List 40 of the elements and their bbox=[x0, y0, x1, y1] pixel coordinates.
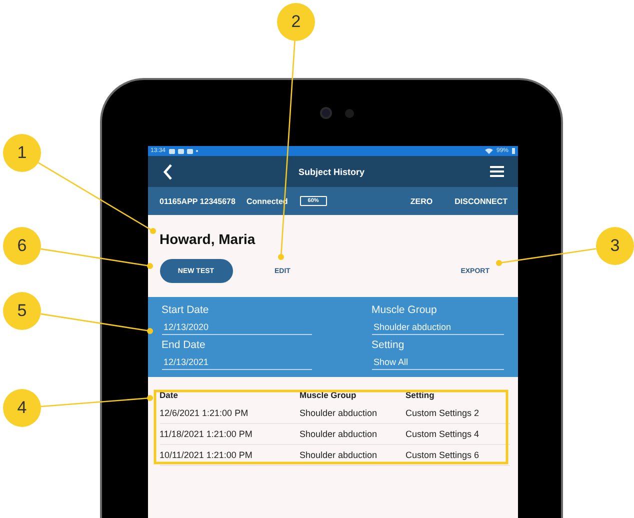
menu-icon[interactable] bbox=[490, 166, 504, 177]
table-cell-text: 10/11/2021 1:21:00 PM bbox=[160, 450, 254, 460]
sensor-icon bbox=[344, 108, 354, 118]
subject-name: Howard, Maria bbox=[160, 231, 256, 247]
table-cell-text: Custom Settings 6 bbox=[406, 450, 480, 460]
column-header: Date bbox=[160, 390, 179, 400]
camera-icon bbox=[320, 107, 332, 119]
table-cell-text: Custom Settings 4 bbox=[406, 429, 480, 439]
table-cell-text: Shoulder abduction bbox=[300, 429, 378, 439]
filter-field[interactable]: Shoulder abduction bbox=[372, 316, 504, 335]
table-cell-text: Shoulder abduction bbox=[300, 408, 378, 418]
table-cell-text: Custom Settings 2 bbox=[406, 408, 480, 418]
back-icon[interactable] bbox=[162, 164, 172, 180]
filter-field[interactable]: 12/13/2021 bbox=[162, 351, 312, 370]
history-row[interactable]: 10/11/2021 1:21:00 PM Shoulder abduction Custom Settings 6 bbox=[160, 445, 510, 466]
callout-number: 2 bbox=[277, 3, 315, 41]
callout-number: 6 bbox=[3, 227, 41, 265]
screen-title: Subject History bbox=[298, 166, 364, 176]
table-cell-text: Shoulder abduction bbox=[300, 450, 378, 460]
table-cell-text: 12/6/2021 1:21:00 PM bbox=[160, 408, 250, 418]
device-action-button[interactable]: DISCONNECT bbox=[454, 196, 508, 206]
filter-field[interactable]: 12/13/2020 bbox=[162, 316, 312, 335]
history-row[interactable]: 11/18/2021 1:21:00 PM Shoulder abduction Custom Settings 4 bbox=[160, 424, 510, 445]
column-header: Setting bbox=[406, 390, 436, 400]
callout-number: 1 bbox=[3, 134, 41, 172]
callout-number: 3 bbox=[596, 227, 634, 265]
filter-label: Muscle Group bbox=[372, 304, 438, 316]
device-id: 01165APP 12345678 bbox=[160, 196, 236, 206]
device-action-button[interactable]: ZERO bbox=[410, 196, 433, 206]
filter-field[interactable]: Show All bbox=[372, 351, 504, 370]
filter-label: End Date bbox=[162, 339, 206, 351]
table-cell-text: 11/18/2021 1:21:00 PM bbox=[160, 429, 254, 439]
column-header: Muscle Group bbox=[300, 390, 358, 400]
callout-number: 5 bbox=[3, 292, 41, 330]
history-row[interactable]: 12/6/2021 1:21:00 PM Shoulder abduction Custom Settings 2 bbox=[160, 403, 510, 424]
filter-label: Setting bbox=[372, 339, 406, 351]
battery-icon bbox=[512, 148, 514, 154]
wifi-icon bbox=[485, 148, 494, 154]
filter-label: Start Date bbox=[162, 304, 210, 316]
callout-number: 4 bbox=[3, 389, 41, 427]
